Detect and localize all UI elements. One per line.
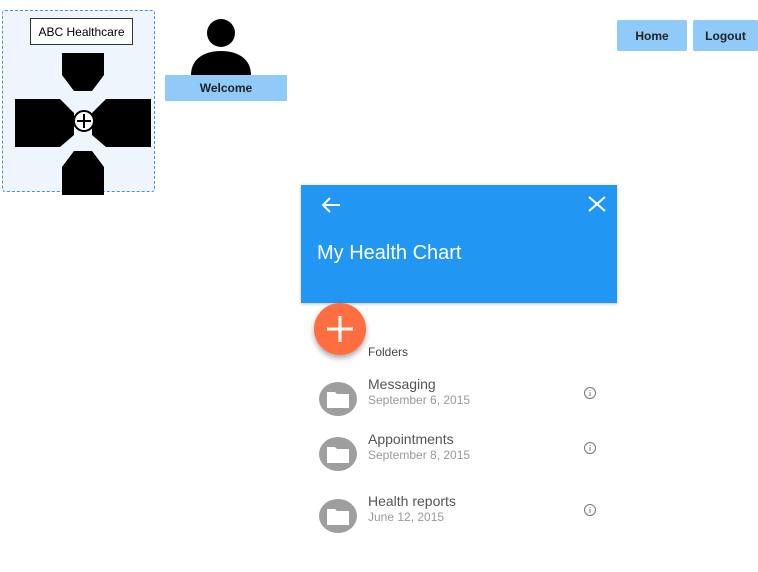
folder-date: September 8, 2015 (368, 448, 471, 462)
close-icon[interactable] (587, 195, 607, 213)
folder-avatar (319, 382, 357, 416)
folder-date: June 12, 2015 (368, 510, 445, 524)
home-button[interactable]: Home (617, 20, 687, 51)
folder-name: Appointments (368, 431, 454, 447)
info-icon[interactable] (583, 386, 597, 400)
health-chart-header: My Health Chart (301, 185, 617, 303)
medical-cross-icon (15, 53, 151, 195)
user-avatar-icon (191, 19, 251, 75)
folder-icon (327, 447, 349, 463)
logo-card: ABC Healthcare (2, 10, 155, 195)
arrow-back-icon[interactable] (320, 196, 342, 214)
folder-date: September 6, 2015 (368, 393, 471, 407)
folder-item-appointments[interactable]: Appointments September 8, 2015 (318, 431, 603, 477)
folder-avatar (319, 437, 357, 471)
add-button[interactable] (314, 303, 366, 355)
folder-item-health-reports[interactable]: Health reports June 12, 2015 (318, 493, 603, 539)
logo-title: ABC Healthcare (30, 18, 133, 45)
page-title: My Health Chart (317, 242, 462, 264)
folder-item-messaging[interactable]: Messaging September 6, 2015 (318, 376, 603, 422)
folder-icon (327, 392, 349, 408)
page: ABC Healthcare Welcome Home Logout My He… (0, 0, 758, 572)
folder-icon (327, 509, 349, 525)
folder-avatar (319, 499, 357, 533)
logout-button[interactable]: Logout (693, 20, 758, 51)
welcome-label: Welcome (165, 75, 287, 101)
folder-name: Messaging (368, 376, 436, 392)
plus-icon (327, 316, 353, 342)
info-icon[interactable] (583, 503, 597, 517)
folder-name: Health reports (368, 493, 456, 509)
info-icon[interactable] (583, 441, 597, 455)
folders-heading: Folders (368, 345, 409, 359)
